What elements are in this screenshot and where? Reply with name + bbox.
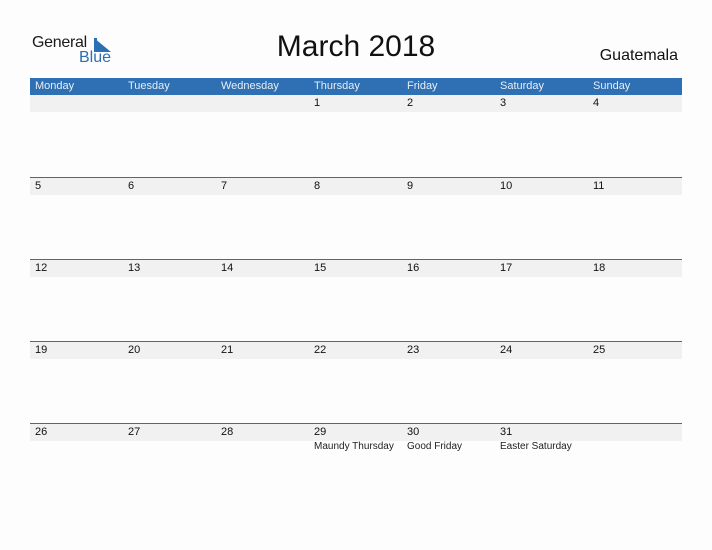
day-number: 1 xyxy=(314,97,321,109)
weekday-header-wednesday: Wednesday xyxy=(221,80,279,92)
day-cell: 5 xyxy=(30,178,123,195)
weekday-header-sunday: Sunday xyxy=(593,80,631,92)
day-number: 10 xyxy=(500,180,513,192)
week-row: 5 6 7 8 9 10 11 xyxy=(30,177,682,259)
weekday-header-tuesday: Tuesday xyxy=(128,80,170,92)
day-cell: 12 xyxy=(30,260,123,277)
day-cell: 24 xyxy=(495,342,588,359)
day-cell xyxy=(588,424,681,441)
day-cell: 19 xyxy=(30,342,123,359)
day-cell: 3 xyxy=(495,95,588,112)
day-number: 23 xyxy=(407,344,420,356)
day-number: 18 xyxy=(593,262,606,274)
country-name: Guatemala xyxy=(599,47,678,64)
day-cell: 9 xyxy=(402,178,495,195)
day-number: 27 xyxy=(128,426,141,438)
day-cell: 6 xyxy=(123,178,216,195)
day-cell: 29 Maundy Thursday xyxy=(309,424,402,452)
day-cell: 31 Easter Saturday xyxy=(495,424,588,452)
day-number: 14 xyxy=(221,262,234,274)
day-cell: 30 Good Friday xyxy=(402,424,495,452)
day-number: 29 xyxy=(314,426,327,438)
holiday-label: Maundy Thursday xyxy=(314,441,394,452)
day-cell: 15 xyxy=(309,260,402,277)
day-number: 25 xyxy=(593,344,606,356)
day-number: 16 xyxy=(407,262,420,274)
day-cell xyxy=(123,95,216,112)
day-cell: 1 xyxy=(309,95,402,112)
day-number: 2 xyxy=(407,97,414,109)
week-date-band: 19 20 21 22 23 24 25 xyxy=(30,342,682,359)
day-cell: 21 xyxy=(216,342,309,359)
day-cell: 27 xyxy=(123,424,216,441)
weekday-header: Monday Tuesday Wednesday Thursday Friday Satu… xyxy=(30,78,682,95)
weekday-header-monday: Monday xyxy=(35,80,75,92)
weeks-container: 1 2 3 4 5 6 7 8 9 10 11 12 13 14 15 16 17 18 19 20 21 22 23 24 2… xyxy=(30,95,682,505)
day-cell: 11 xyxy=(588,178,681,195)
day-number: 8 xyxy=(314,180,321,192)
day-number: 4 xyxy=(593,97,600,109)
day-cell: 18 xyxy=(588,260,681,277)
day-cell: 14 xyxy=(216,260,309,277)
day-cell: 8 xyxy=(309,178,402,195)
day-number: 19 xyxy=(35,344,48,356)
week-date-band: 26 27 28 29 Maundy Thursday 30 Good Friday 31 Ea… xyxy=(30,424,682,452)
day-cell: 22 xyxy=(309,342,402,359)
day-cell xyxy=(216,95,309,112)
day-number: 5 xyxy=(35,180,42,192)
weekday-header-thursday: Thursday xyxy=(314,80,360,92)
day-number: 20 xyxy=(128,344,141,356)
day-cell: 7 xyxy=(216,178,309,195)
day-number: 26 xyxy=(35,426,48,438)
day-number: 9 xyxy=(407,180,414,192)
day-number: 13 xyxy=(128,262,141,274)
week-row: 1 2 3 4 xyxy=(30,95,682,177)
week-date-band: 12 13 14 15 16 17 18 xyxy=(30,260,682,277)
week-row: 12 13 14 15 16 17 18 xyxy=(30,259,682,341)
day-number: 6 xyxy=(128,180,135,192)
day-cell: 28 xyxy=(216,424,309,441)
day-number: 3 xyxy=(500,97,507,109)
week-date-band: 1 2 3 4 xyxy=(30,95,682,112)
weekday-header-saturday: Saturday xyxy=(500,80,545,92)
day-number: 17 xyxy=(500,262,513,274)
day-cell: 20 xyxy=(123,342,216,359)
day-number: 21 xyxy=(221,344,234,356)
day-cell: 13 xyxy=(123,260,216,277)
day-number: 22 xyxy=(314,344,327,356)
week-row: 26 27 28 29 Maundy Thursday 30 Good Friday 31 Ea… xyxy=(30,423,682,505)
day-cell: 23 xyxy=(402,342,495,359)
day-cell: 10 xyxy=(495,178,588,195)
holiday-label: Easter Saturday xyxy=(500,441,572,452)
day-cell: 17 xyxy=(495,260,588,277)
day-cell: 25 xyxy=(588,342,681,359)
day-cell: 16 xyxy=(402,260,495,277)
week-row: 19 20 21 22 23 24 25 xyxy=(30,341,682,423)
day-number: 7 xyxy=(221,180,228,192)
day-cell: 26 xyxy=(30,424,123,441)
holiday-label: Good Friday xyxy=(407,441,463,452)
day-number: 15 xyxy=(314,262,327,274)
day-number: 28 xyxy=(221,426,234,438)
day-number: 31 xyxy=(500,426,513,438)
day-number: 11 xyxy=(593,180,605,192)
calendar-grid: Monday Tuesday Wednesday Thursday Friday Satu… xyxy=(30,78,682,505)
day-number: 12 xyxy=(35,262,48,274)
day-number: 30 xyxy=(407,426,420,438)
weekday-header-friday: Friday xyxy=(407,80,438,92)
week-date-band: 5 6 7 8 9 10 11 xyxy=(30,178,682,195)
day-cell: 2 xyxy=(402,95,495,112)
day-cell: 4 xyxy=(588,95,681,112)
day-number: 24 xyxy=(500,344,513,356)
day-cell xyxy=(30,95,123,112)
